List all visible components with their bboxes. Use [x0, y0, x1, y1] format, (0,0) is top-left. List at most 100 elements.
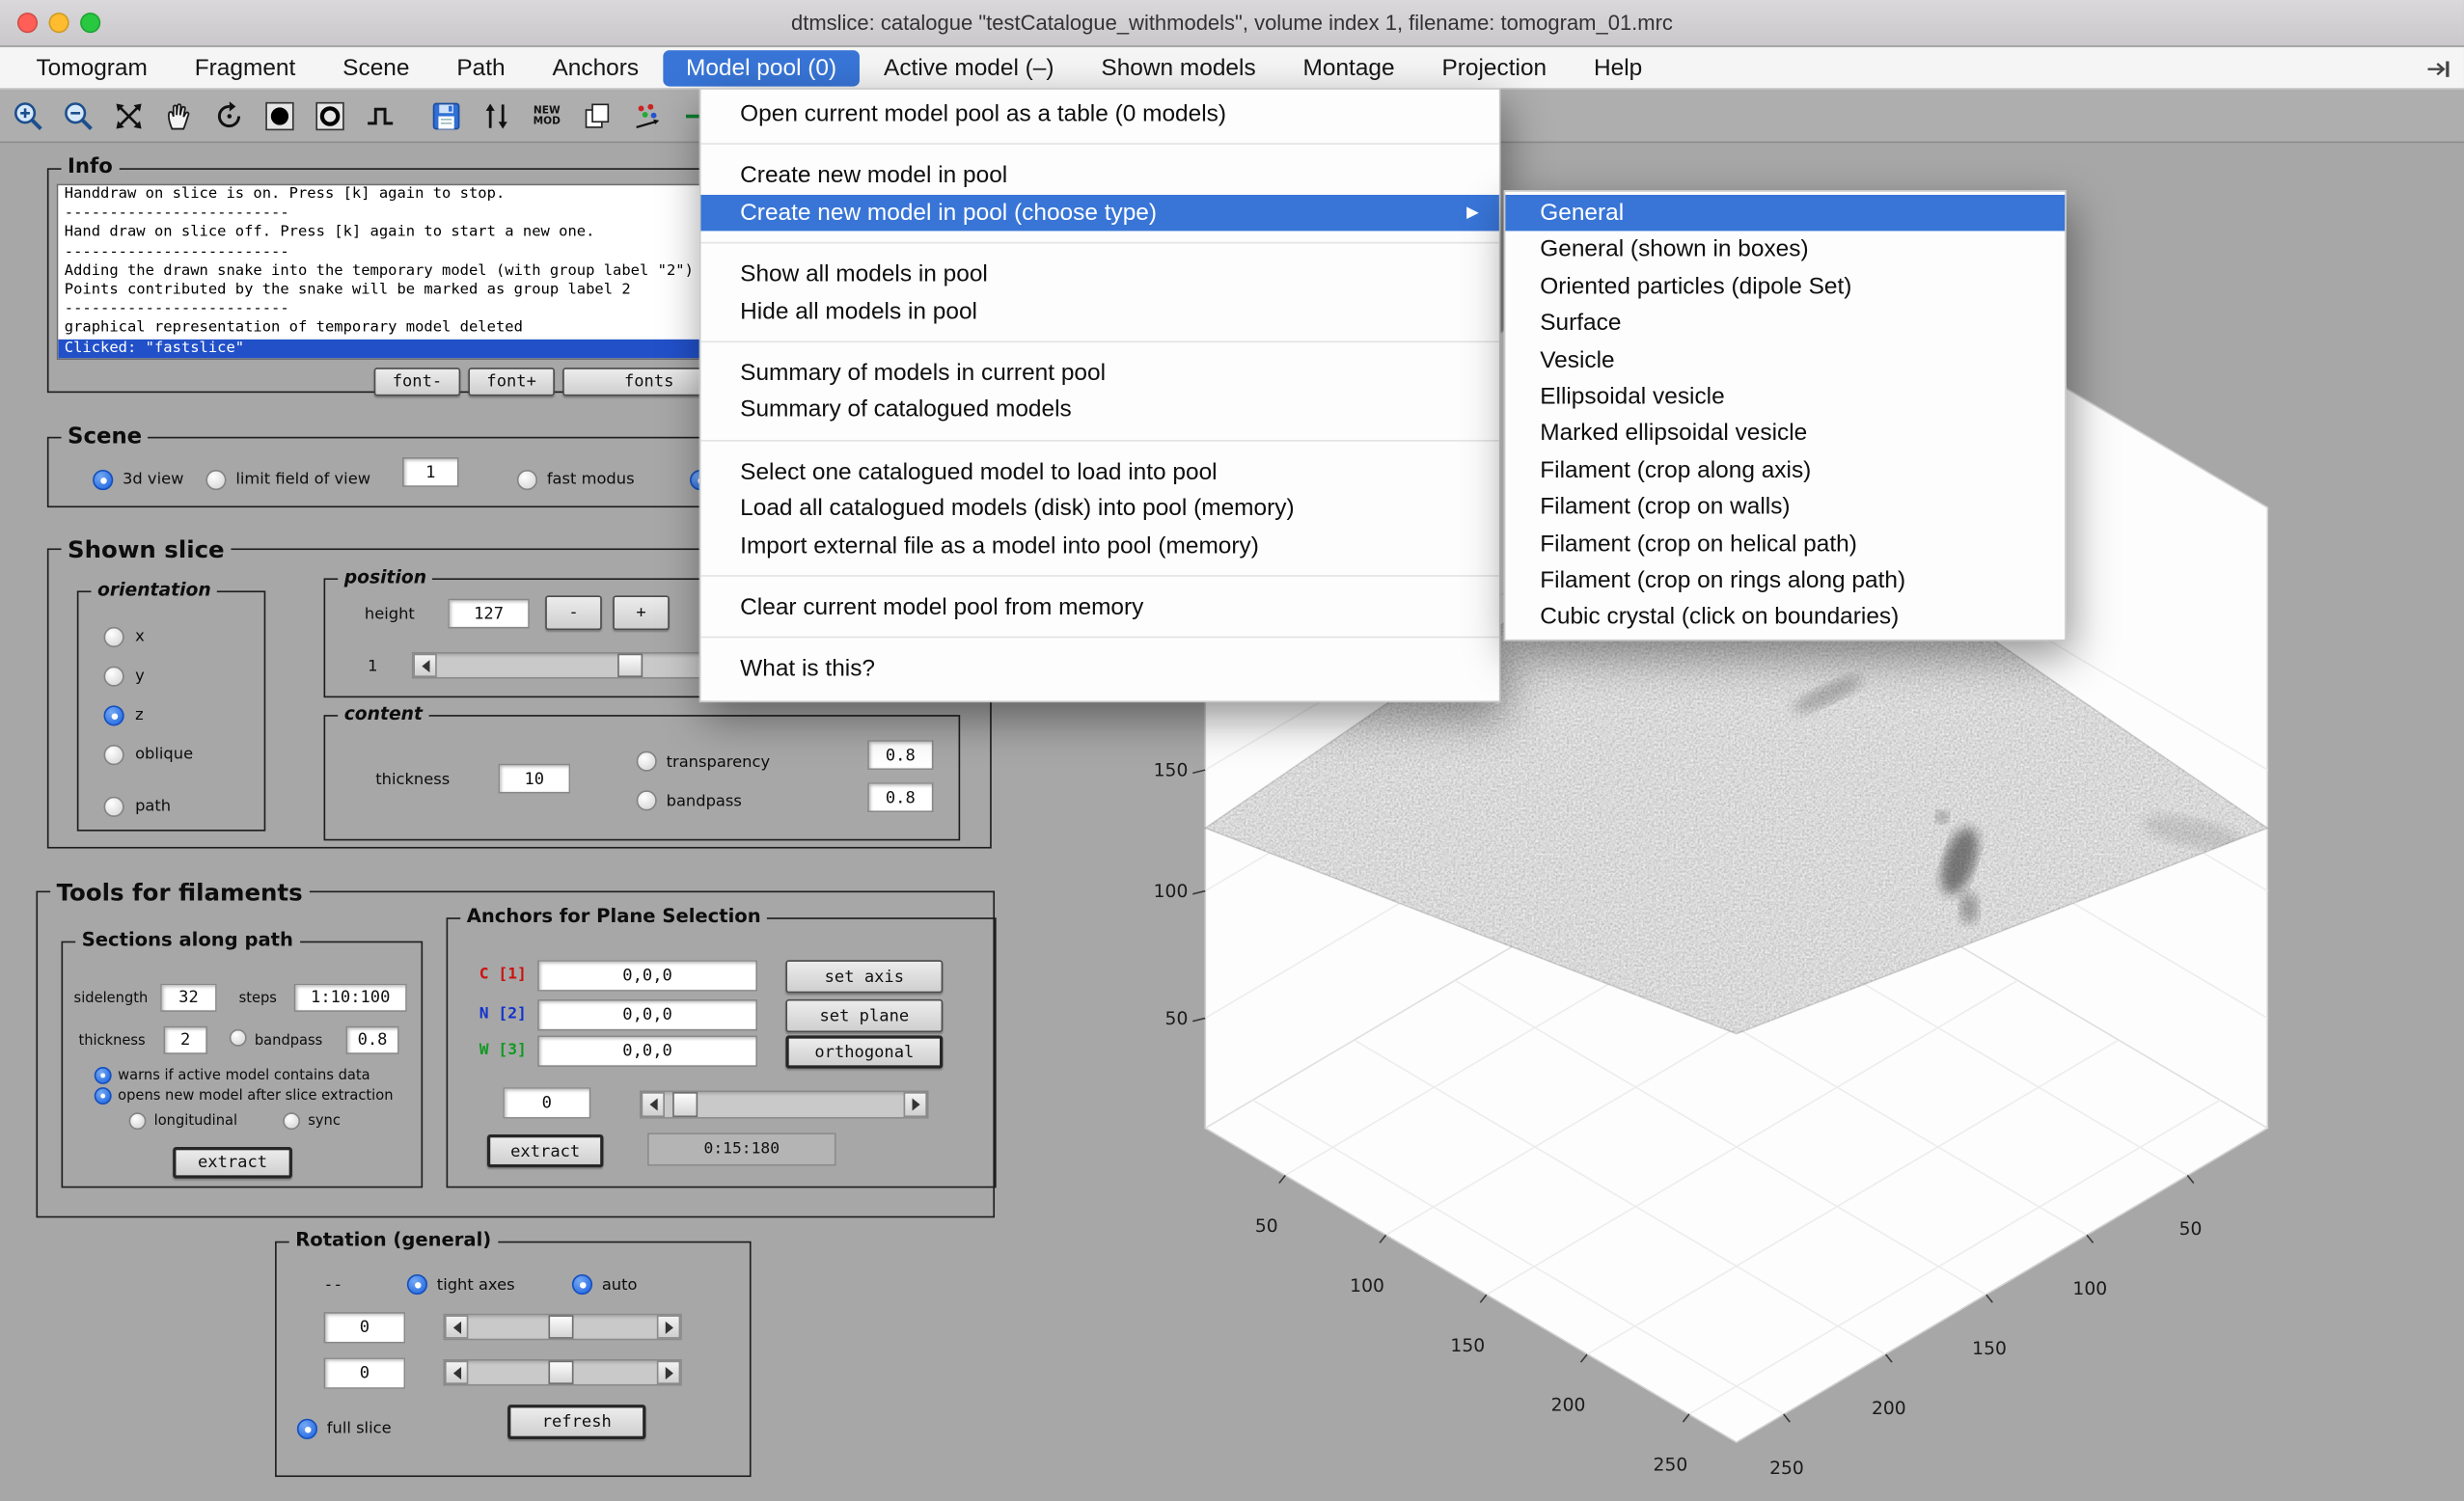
scatter-pick-icon[interactable] — [629, 96, 667, 134]
fit-view-icon[interactable] — [110, 96, 148, 134]
slider-thumb[interactable] — [617, 654, 643, 677]
submenu-item-surface[interactable]: Surface — [1505, 305, 2065, 341]
menu-item-summary-models[interactable]: Summary of models in current pool — [700, 355, 1498, 392]
radio-orientation-z[interactable] — [104, 705, 124, 725]
menu-help[interactable]: Help — [1571, 49, 1666, 85]
height-minus-button[interactable]: - — [545, 595, 602, 630]
font-minus-button[interactable]: font- — [374, 368, 461, 396]
step-function-icon[interactable] — [362, 96, 399, 134]
menu-item-show-all-models[interactable]: Show all models in pool — [700, 257, 1498, 293]
submenu-item-filament-crop-axis[interactable]: Filament (crop along axis) — [1505, 452, 2065, 489]
menu-anchors[interactable]: Anchors — [529, 49, 662, 85]
radio-warns[interactable] — [95, 1067, 112, 1084]
menu-item-select-catalogued-model[interactable]: Select one catalogued model to load into… — [700, 453, 1498, 490]
submenu-item-filament-crop-walls[interactable]: Filament (crop on walls) — [1505, 489, 2065, 526]
orthogonal-button[interactable]: orthogonal — [785, 1035, 943, 1068]
import-export-icon[interactable] — [478, 96, 515, 134]
pan-hand-icon[interactable] — [160, 96, 198, 134]
radio-orientation-path[interactable] — [104, 797, 124, 817]
steps-input[interactable] — [294, 984, 407, 1012]
height-plus-button[interactable]: + — [613, 595, 670, 630]
submenu-item-oriented-particles[interactable]: Oriented particles (dipole Set) — [1505, 268, 2065, 305]
radio-longitudinal[interactable] — [129, 1112, 147, 1130]
rotation-slider-1[interactable] — [443, 1314, 682, 1341]
menu-path[interactable]: Path — [433, 49, 529, 85]
minimize-button[interactable] — [48, 13, 68, 33]
radio-auto[interactable] — [572, 1274, 592, 1295]
menu-item-summary-catalogued[interactable]: Summary of catalogued models — [700, 392, 1498, 428]
duplicate-icon[interactable] — [578, 96, 616, 134]
menu-tomogram[interactable]: Tomogram — [13, 49, 171, 85]
menu-overflow-icon[interactable] — [2426, 58, 2451, 85]
anchor-angle-input[interactable] — [503, 1087, 590, 1119]
zoom-out-icon[interactable] — [60, 96, 97, 134]
submenu-item-vesicle[interactable]: Vesicle — [1505, 341, 2065, 378]
transparency-input[interactable] — [867, 740, 933, 770]
radio-sec-bandpass[interactable] — [230, 1029, 247, 1047]
sidelength-input[interactable] — [160, 984, 217, 1012]
sec-bandpass-input[interactable] — [345, 1026, 398, 1054]
contrast-ring-icon[interactable] — [312, 96, 349, 134]
sec-thickness-input[interactable] — [163, 1026, 207, 1054]
submenu-item-general[interactable]: General — [1505, 195, 2065, 232]
radio-3d-view[interactable] — [93, 470, 113, 490]
menu-active-model[interactable]: Active model (–) — [861, 49, 1078, 85]
slider-left-arrow[interactable] — [642, 1092, 665, 1117]
save-icon[interactable] — [427, 96, 465, 134]
radio-orientation-x[interactable] — [104, 627, 124, 647]
slider-thumb[interactable] — [548, 1315, 573, 1338]
refresh-button[interactable]: refresh — [507, 1405, 645, 1439]
rotation-slider-2[interactable] — [443, 1359, 682, 1386]
menu-projection[interactable]: Projection — [1418, 49, 1571, 85]
submenu-item-filament-rings[interactable]: Filament (crop on rings along path) — [1505, 562, 2065, 599]
submenu-item-filament-helical-path[interactable]: Filament (crop on helical path) — [1505, 526, 2065, 562]
menu-shown-models[interactable]: Shown models — [1078, 49, 1279, 85]
radio-opens-new-model[interactable] — [95, 1087, 112, 1105]
menu-item-create-new-model-choose-type[interactable]: Create new model in pool (choose type) ▶ — [700, 195, 1498, 232]
rotation-value1-input[interactable] — [324, 1312, 406, 1344]
slider-right-arrow[interactable] — [657, 1315, 680, 1338]
submenu-item-general-boxes[interactable]: General (shown in boxes) — [1505, 232, 2065, 268]
bandpass-input[interactable] — [867, 782, 933, 812]
anchor-c-input[interactable] — [537, 960, 757, 992]
radio-bandpass[interactable] — [637, 790, 657, 810]
rotation-value2-input[interactable] — [324, 1357, 406, 1389]
slider-left-arrow[interactable] — [413, 654, 436, 677]
anchor-n-input[interactable] — [537, 999, 757, 1031]
rotate-view-icon[interactable] — [210, 96, 248, 134]
radio-transparency[interactable] — [637, 751, 657, 772]
menu-model-pool[interactable]: Model pool (0) — [663, 49, 861, 85]
menu-item-clear-pool[interactable]: Clear current model pool from memory — [700, 589, 1498, 626]
height-input[interactable] — [448, 599, 530, 629]
slider-left-arrow[interactable] — [445, 1361, 468, 1384]
menu-scene[interactable]: Scene — [319, 49, 433, 85]
menu-item-what-is-this[interactable]: What is this? — [700, 651, 1498, 688]
zoom-in-icon[interactable] — [10, 96, 47, 134]
radio-limit-fov[interactable] — [205, 470, 226, 490]
close-button[interactable] — [17, 13, 38, 33]
submenu-item-ellipsoidal-vesicle[interactable]: Ellipsoidal vesicle — [1505, 378, 2065, 415]
set-plane-button[interactable]: set plane — [785, 999, 943, 1032]
menu-item-open-pool-table[interactable]: Open current model pool as a table (0 mo… — [700, 96, 1498, 132]
submenu-item-cubic-crystal[interactable]: Cubic crystal (click on boundaries) — [1505, 599, 2065, 636]
center-disc-icon[interactable] — [260, 96, 298, 134]
radio-sync[interactable] — [283, 1112, 300, 1130]
radio-fast-modus[interactable] — [517, 470, 537, 490]
slider-thumb[interactable] — [548, 1361, 573, 1384]
radio-orientation-oblique[interactable] — [104, 745, 124, 765]
menu-item-import-external-file[interactable]: Import external file as a model into poo… — [700, 527, 1498, 563]
radio-full-slice[interactable] — [297, 1419, 317, 1439]
thickness-input[interactable] — [498, 764, 570, 794]
submenu-item-marked-ellipsoidal-vesicle[interactable]: Marked ellipsoidal vesicle — [1505, 416, 2065, 452]
radio-orientation-y[interactable] — [104, 667, 124, 687]
new-model-icon[interactable]: NEWMOD — [528, 96, 565, 134]
anchor-w-input[interactable] — [537, 1035, 757, 1067]
font-plus-button[interactable]: font+ — [468, 368, 555, 396]
menu-item-hide-all-models[interactable]: Hide all models in pool — [700, 293, 1498, 330]
menu-item-create-new-model[interactable]: Create new model in pool — [700, 158, 1498, 195]
sections-extract-button[interactable]: extract — [173, 1147, 292, 1179]
zoom-window-button[interactable] — [80, 13, 100, 33]
slider-right-arrow[interactable] — [657, 1361, 680, 1384]
menu-fragment[interactable]: Fragment — [171, 49, 318, 85]
set-axis-button[interactable]: set axis — [785, 960, 943, 993]
